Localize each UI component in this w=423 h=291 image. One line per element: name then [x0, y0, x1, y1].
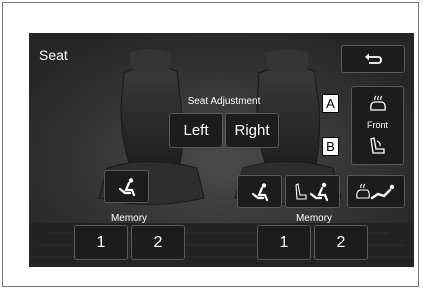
front-label: Front	[366, 120, 388, 130]
easy-access-button[interactable]	[347, 175, 405, 208]
right-memory-2-button[interactable]: 2	[314, 225, 368, 260]
front-top-button[interactable]	[352, 89, 403, 119]
seat-screen: Seat Seat Adjustment Left Right Front Me…	[29, 33, 414, 267]
front-bottom-button[interactable]	[352, 131, 403, 161]
left-memory-1-button[interactable]: 1	[74, 225, 128, 260]
left-memory-1-label: 1	[96, 233, 106, 251]
right-memory-label: Memory	[295, 213, 333, 224]
left-memory-label: Memory	[110, 213, 148, 224]
left-memory-2-label: 2	[153, 233, 163, 251]
left-memory-2-button[interactable]: 2	[131, 225, 185, 260]
left-seat-button[interactable]: Left	[169, 113, 223, 148]
back-button[interactable]	[341, 45, 405, 73]
left-seat-position-button[interactable]	[104, 170, 149, 203]
seat-move-button[interactable]	[285, 175, 340, 208]
left-seat-label: Left	[183, 122, 209, 139]
seat-position-icon	[118, 177, 135, 196]
right-seat-button[interactable]: Right	[225, 113, 279, 148]
front-seat-panel: Front	[351, 86, 404, 165]
back-arrow-icon	[365, 53, 382, 64]
figure-frame: Seat Seat Adjustment Left Right Front Me…	[2, 2, 419, 287]
seat-move-icon	[294, 182, 328, 201]
right-seat-position-button[interactable]	[237, 175, 282, 208]
screen-title: Seat	[39, 47, 68, 63]
right-memory-1-label: 1	[279, 233, 289, 251]
callout-a: A	[322, 94, 339, 113]
seat-heater-icon	[369, 95, 386, 111]
right-memory-2-label: 2	[336, 233, 346, 251]
seat-position-icon	[251, 182, 268, 201]
callout-b: B	[322, 137, 339, 156]
right-seat-label: Right	[234, 122, 270, 139]
seat-recline-icon	[369, 137, 385, 154]
right-memory-1-button[interactable]: 1	[257, 225, 311, 260]
seat-easy-access-icon	[356, 183, 395, 199]
seat-adjustment-label: Seat Adjustment	[187, 96, 261, 107]
